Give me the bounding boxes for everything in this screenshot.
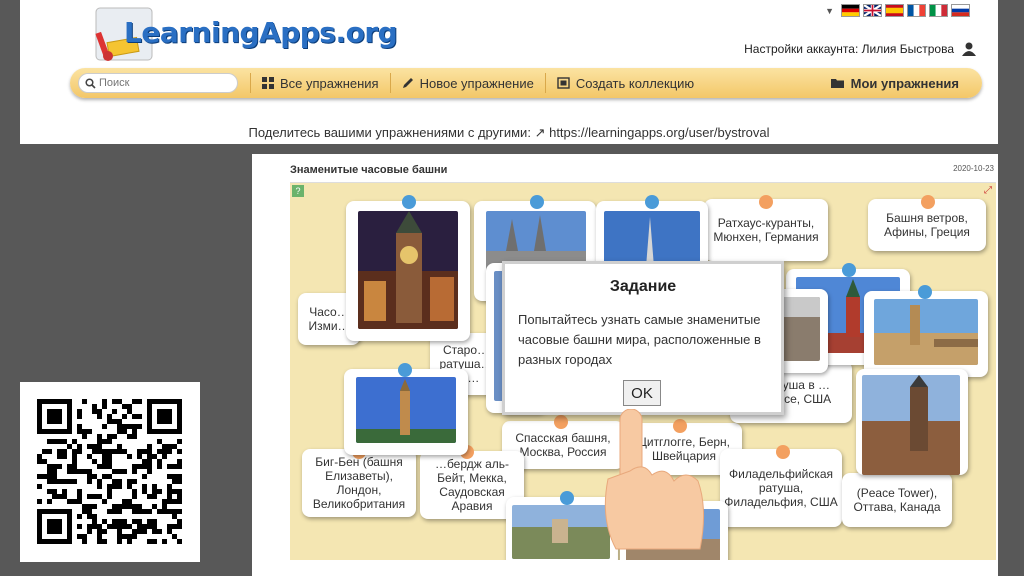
logo-text[interactable]: LearningApps.org [124,16,398,49]
clock-tower-photo [358,211,458,329]
pin-blue [402,195,416,209]
pin-blue [398,363,412,377]
card-peace[interactable]: (Peace Tower), Оттава, Канада [842,473,952,527]
nav-new-exercise-label: Новое упражнение [419,75,534,91]
pin-orange [554,415,568,429]
ok-button[interactable]: OK [623,380,661,406]
share-text: Поделитесь вашими упражнениями с другими… [248,125,531,140]
task-dialog: Задание Попытайтесь узнать самые знамени… [502,261,784,415]
flag-ru-icon[interactable] [951,4,970,17]
nav-all-exercises-label: Все упражнения [280,75,379,91]
nav-create-collection-label: Создать коллекцию [575,75,695,91]
card-label: Биг-Бен (башня Елизаветы), Лондон, Велик… [312,455,406,511]
pin-orange [921,195,935,209]
pin-orange [759,195,773,209]
pin-orange [776,445,790,459]
photo-card-bigben[interactable] [344,369,468,455]
help-icon[interactable]: ? [292,185,304,197]
search-input[interactable] [99,77,229,89]
card-label: Башня ветров, Афины, Греция [884,211,970,239]
card-philadelphia[interactable]: Филадельфийская ратуша, Филадельфия, США [720,449,842,527]
nav-new-exercise[interactable]: Новое упражнение [389,73,545,93]
share-bar: Поделитесь вашими упражнениями с другими… [20,125,998,141]
grid-icon [262,77,274,89]
nav-all-exercises[interactable]: Все упражнения [250,73,390,93]
pin-blue [530,195,544,209]
fullscreen-icon[interactable]: ⤢ [984,185,992,196]
language-selector[interactable]: ▼ [825,4,970,17]
main-navbar: Все упражнения Новое упражнение Создать … [70,68,982,98]
flag-en-icon[interactable] [863,4,882,17]
search-icon [85,77,96,89]
card-label: (Peace Tower), Оттава, Канада [853,486,941,514]
qr-code-image [37,399,182,544]
account-label[interactable]: Настройки аккаунта: Лилия Быстрова [744,42,954,56]
flag-es-icon[interactable] [885,4,904,17]
flag-de-icon[interactable] [841,4,860,17]
tower-photo [356,377,456,443]
exercise-title: Знаменитые часовые башни [290,164,448,176]
user-icon[interactable] [962,42,976,56]
external-link-icon: ↗ [534,125,546,140]
big-ben-photo [874,299,978,365]
exercise-panel: Знаменитые часовые башни 2020-10-23 ? ⤢ … [252,154,998,576]
account-settings[interactable]: Настройки аккаунта: Лилия Быстрова [744,42,976,56]
spire-photo [604,211,700,267]
photo-card-zytglogge[interactable] [346,201,470,341]
qr-code [20,382,200,562]
flag-fr-icon[interactable] [907,4,926,17]
card-bigben[interactable]: Биг-Бен (башня Елизаветы), Лондон, Велик… [302,449,416,517]
dropdown-arrow-icon[interactable]: ▼ [825,6,834,16]
hand-pointer-icon [604,409,705,550]
site-header: LearningApps.org ▼ Настройки аккаунта: Л… [20,0,998,144]
pencil-icon [402,78,413,88]
flag-it-icon[interactable] [929,4,948,17]
pin-blue [842,263,856,277]
photo-card-prague[interactable] [856,369,968,475]
nav-my-exercises-label: Мои упражнения [850,75,959,91]
collection-icon [557,77,570,89]
photo-card-london[interactable] [864,291,988,377]
card-label: Филадельфийская ратуша, Филадельфия, США [724,467,838,509]
search-box[interactable] [78,73,238,93]
prague-photo [862,375,960,475]
exercise-date: 2020-10-23 [953,164,994,173]
dialog-text: Попытайтесь узнать самые знаменитые часо… [518,312,761,367]
pin-blue [560,491,574,505]
nav-create-collection[interactable]: Создать коллекцию [544,73,705,93]
card-label: Ратхаус-куранты, Мюнхен, Германия [713,216,819,244]
dialog-title: Задание [609,278,677,295]
nav-my-exercises[interactable]: Мои упражнения [820,73,970,93]
pin-blue [918,285,932,299]
pin-blue [645,195,659,209]
folder-icon [830,78,844,88]
share-url-link[interactable]: https://learningapps.org/user/bystroval [549,125,769,140]
game-area: ? ⤢ Ратхаус-куранты, Мюнхен, Германия Ба… [290,182,996,560]
